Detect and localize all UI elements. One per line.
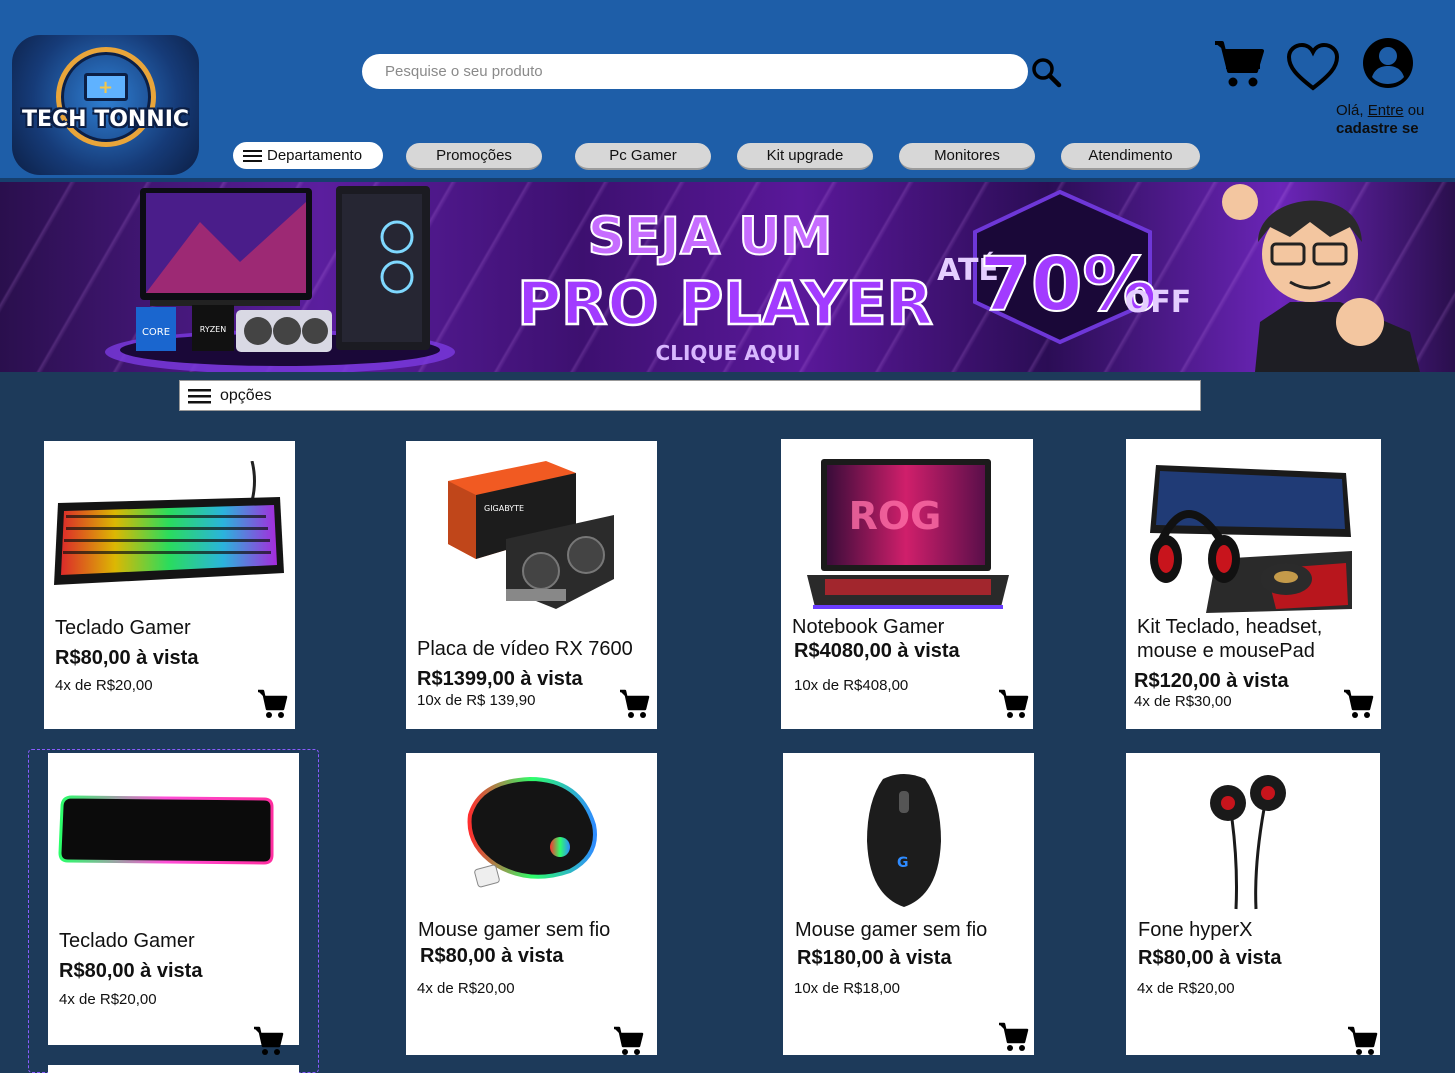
cart-icon[interactable] [1212,38,1264,90]
product-price: R$80,00 à vista [59,960,203,982]
product-installments: 10x de R$ 139,90 [417,692,536,709]
product-name[interactable]: Mouse gamer sem fio [418,918,610,942]
nav-pc-gamer[interactable]: Pc Gamer [575,143,711,170]
department-menu-button[interactable]: Departamento [233,142,383,169]
product-installments: 10x de R$408,00 [794,677,909,694]
add-to-cart-icon[interactable] [612,1025,644,1057]
product-card[interactable]: GIGABYTE Placa de vídeo RX 7600 R$1399,0… [406,441,657,729]
promo-banner[interactable]: CORE RYZEN SEJA UM PRO PLAYER CLIQUE AQU… [0,182,1455,372]
product-image-mousepad [58,795,274,865]
product-price: R$80,00 à vista [55,647,199,669]
product-name[interactable]: Notebook Gamer [792,615,944,639]
signup-link[interactable]: cadastre se [1336,120,1419,137]
product-installments: 4x de R$20,00 [59,991,157,1008]
hamburger-icon [243,149,262,162]
add-to-cart-icon[interactable] [256,688,288,720]
svg-text:ROG: ROG [849,494,942,538]
product-image-logitech-mouse: G [867,774,941,907]
add-to-cart-icon[interactable] [618,688,650,720]
banner-headline-2: PRO PLAYER [517,269,933,339]
account-greeting: Olá, Entre ou cadastre se [1336,102,1424,138]
product-image-graphics-card: GIGABYTE [448,461,614,609]
add-to-cart-icon[interactable] [1342,688,1374,720]
search-icon[interactable] [1030,56,1064,90]
add-to-cart-icon[interactable] [997,1021,1029,1053]
heart-icon[interactable] [1286,42,1340,92]
user-icon[interactable] [1362,37,1414,89]
product-installments: 10x de R$18,00 [794,980,900,997]
add-to-cart-icon[interactable] [252,1025,284,1057]
product-price: R$120,00 à vista [1134,670,1289,692]
product-name[interactable]: Fone hyperX [1138,918,1253,942]
svg-text:GIGABYTE: GIGABYTE [484,504,524,513]
product-price: R$4080,00 à vista [794,640,960,662]
product-name[interactable]: Teclado Gamer [59,929,195,953]
product-name[interactable]: Mouse gamer sem fio [795,918,987,942]
banner-discount-suffix: OFF [1125,285,1192,320]
svg-text:CORE: CORE [142,327,170,338]
login-link[interactable]: Entre [1368,102,1404,119]
svg-text:G: G [897,855,909,871]
product-installments: 4x de R$20,00 [417,980,515,997]
product-image-laptop: ROG [807,459,1009,609]
product-price: R$80,00 à vista [420,945,564,967]
product-card[interactable]: Mouse gamer sem fio R$80,00 à vista 4x d… [406,753,657,1055]
product-price: R$180,00 à vista [797,947,952,969]
greeting-or: ou [1403,102,1425,119]
product-image-earphones [1210,775,1286,910]
greeting-hello: Olá, [1336,102,1368,119]
product-name[interactable]: Teclado Gamer [55,616,191,640]
department-label: Departamento [267,147,363,164]
product-name[interactable]: Placa de vídeo RX 7600 [417,637,633,661]
add-to-cart-icon[interactable] [997,688,1029,720]
banner-artwork: CORE RYZEN SEJA UM PRO PLAYER CLIQUE AQU… [105,184,1420,372]
product-installments: 4x de R$20,00 [1137,980,1235,997]
nav-monitores[interactable]: Monitores [899,143,1035,170]
product-card[interactable]: Kit Teclado, headset, mouse e mousePad R… [1126,439,1381,729]
options-label: opções [220,386,272,404]
product-image-gamer-kit [1150,465,1352,613]
product-image-wireless-mouse [467,776,597,888]
site-logo[interactable]: + TECH TONNIC [12,35,199,175]
product-price: R$80,00 à vista [1138,947,1282,969]
product-card[interactable]: ROG Notebook Gamer R$4080,00 à vista 10x… [781,439,1033,729]
nav-kit-upgrade[interactable]: Kit upgrade [737,143,873,170]
banner-mascot [1222,184,1420,372]
next-card-peek [48,1065,299,1073]
hamburger-icon [188,388,211,403]
nav-atendimento[interactable]: Atendimento [1061,143,1200,170]
product-price: R$1399,00 à vista [417,668,583,690]
product-image-keyboard [54,461,284,585]
logo-plus-icon: + [98,77,114,98]
logo-brand-text: TECH TONNIC [21,107,190,132]
banner-cta: CLIQUE AQUI [656,341,801,365]
product-card[interactable]: Fone hyperX R$80,00 à vista 4x de R$20,0… [1126,753,1380,1055]
svg-text:RYZEN: RYZEN [200,325,226,334]
product-installments: 4x de R$20,00 [55,677,153,694]
options-filter-bar[interactable]: opções [179,380,1201,411]
product-card[interactable]: Teclado Gamer R$80,00 à vista 4x de R$20… [44,441,295,729]
product-card[interactable]: Teclado Gamer R$80,00 à vista 4x de R$20… [48,753,299,1055]
banner-headline-1: SEJA UM [588,207,833,267]
product-name[interactable]: Kit Teclado, headset, mouse e mousePad [1137,615,1373,663]
product-card[interactable]: G Mouse gamer sem fio R$180,00 à vista 1… [783,753,1034,1055]
site-header [0,0,1455,180]
nav-promocoes[interactable]: Promoções [406,143,542,170]
search-input[interactable] [362,54,1028,89]
add-to-cart-icon[interactable] [1346,1025,1378,1057]
product-installments: 4x de R$30,00 [1134,693,1232,710]
